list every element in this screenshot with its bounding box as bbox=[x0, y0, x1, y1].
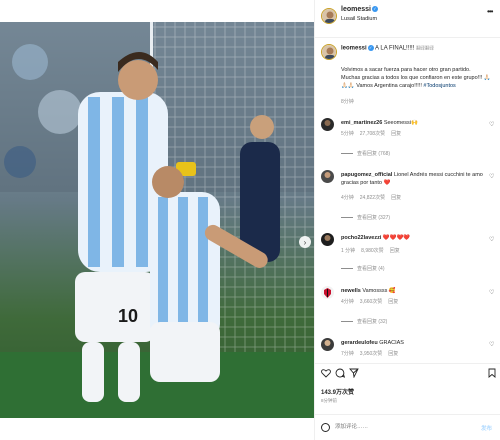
commenter-avatar[interactable] bbox=[321, 286, 334, 299]
post-timestamp: 8分钟前 bbox=[321, 398, 338, 403]
comment-username[interactable]: papugomez_official bbox=[341, 172, 392, 178]
comment-username[interactable]: newells bbox=[341, 288, 361, 294]
reply-button[interactable]: 回复 bbox=[388, 299, 398, 305]
comment-text: emi_martinez26 Seeomessi🙌 bbox=[341, 120, 418, 126]
heart-icon[interactable]: ♡ bbox=[489, 173, 494, 180]
comment-likes[interactable]: 3,950次赞 bbox=[360, 351, 383, 357]
commenter-avatar[interactable] bbox=[321, 338, 334, 351]
comment-meta: 5分钟 27,708次赞 回复 bbox=[341, 130, 407, 137]
bookmark-icon[interactable] bbox=[487, 368, 497, 378]
comment-likes[interactable]: 3,660次赞 bbox=[360, 299, 383, 305]
verified-badge-icon: ✓ bbox=[367, 45, 374, 51]
comment-input[interactable] bbox=[335, 421, 455, 433]
caption-username[interactable]: leomessi bbox=[341, 46, 367, 52]
comment-likes[interactable]: 8,980次赞 bbox=[361, 248, 384, 254]
heart-icon[interactable]: ♡ bbox=[489, 341, 494, 348]
comment-text: pocho22lavezzi ❤️❤️❤️❤️ bbox=[341, 235, 411, 241]
more-horizontal-icon[interactable]: ••• bbox=[487, 7, 493, 16]
view-replies-button[interactable]: 查看回复 (768) bbox=[341, 150, 390, 157]
commenter-avatar[interactable] bbox=[321, 118, 334, 131]
comment-time: 1 分钟 bbox=[341, 248, 356, 254]
caption-text: Volvimos a sacar fuerza para hacer otro … bbox=[341, 67, 491, 89]
comment-meta: 4分钟 24,822次赞 回复 bbox=[341, 194, 407, 201]
svg-text:10: 10 bbox=[118, 306, 138, 326]
author-avatar[interactable] bbox=[321, 8, 337, 24]
commenter-avatar[interactable] bbox=[321, 170, 334, 183]
post-details-panel: leomessi ✓ Lusail Stadium ••• leomessi ✓ A… bbox=[314, 0, 500, 440]
carousel-next-button[interactable]: › bbox=[299, 236, 311, 248]
verified-badge-icon: ✓ bbox=[371, 6, 378, 13]
heart-icon[interactable]: ♡ bbox=[489, 121, 494, 128]
post-location[interactable]: Lusail Stadium bbox=[341, 16, 377, 22]
caption-headline: A LA FINAL!!!!! bbox=[375, 45, 415, 52]
share-send-icon[interactable] bbox=[349, 368, 359, 378]
post-comment-button[interactable]: 发布 bbox=[481, 424, 492, 432]
post-header: leomessi ✓ Lusail Stadium ••• bbox=[315, 0, 500, 38]
heart-icon[interactable]: ♡ bbox=[489, 236, 494, 243]
comment-time: 4分钟 bbox=[341, 299, 354, 305]
caption-avatar[interactable] bbox=[321, 44, 337, 60]
comment-likes[interactable]: 27,708次赞 bbox=[360, 131, 385, 137]
view-replies-button[interactable]: 查看回复 (327) bbox=[341, 214, 390, 221]
caption-body: Volvimos a sacar fuerza para hacer otro … bbox=[341, 66, 491, 90]
comment-username[interactable]: emi_martinez26 bbox=[341, 120, 382, 126]
comment-username[interactable]: pocho22lavezzi bbox=[341, 235, 381, 241]
reply-button[interactable]: 回复 bbox=[388, 351, 398, 357]
comment-meta: 1 分钟 8,980次赞 回复 bbox=[341, 247, 406, 254]
comment-composer: 发布 bbox=[315, 414, 500, 440]
like-count[interactable]: 143.9万次赞 bbox=[321, 387, 354, 396]
reply-button[interactable]: 回复 bbox=[391, 131, 401, 137]
author-username[interactable]: leomessi ✓ bbox=[341, 6, 378, 13]
comment-text: papugomez_official Lionel Andrés messi c… bbox=[341, 172, 483, 186]
comment-likes[interactable]: 24,822次赞 bbox=[360, 195, 385, 201]
like-heart-icon[interactable] bbox=[321, 368, 331, 378]
post-actions bbox=[315, 363, 500, 378]
post-photo[interactable]: 10 › bbox=[0, 22, 314, 418]
reply-button[interactable]: 回复 bbox=[391, 195, 401, 201]
comment-username[interactable]: gerardeulofeu bbox=[341, 340, 378, 346]
comment-time: 7分钟 bbox=[341, 351, 354, 357]
comment-time: 5分钟 bbox=[341, 131, 354, 137]
celebration-photo: 10 bbox=[0, 22, 314, 418]
comment-meta: 4分钟 3,660次赞 回复 bbox=[341, 298, 404, 305]
comment-text: gerardeulofeu GRACIAS bbox=[341, 340, 404, 346]
translate-link[interactable]: 翻译翻译 bbox=[416, 46, 434, 51]
reply-button[interactable]: 回复 bbox=[390, 248, 400, 254]
comment-bubble-icon[interactable] bbox=[335, 368, 345, 378]
comment-text: newells Vamossss 🥰 bbox=[341, 288, 396, 294]
comment-meta: 7分钟 3,950次赞 回复 bbox=[341, 350, 404, 357]
comment-time: 4分钟 bbox=[341, 195, 354, 201]
heart-icon[interactable]: ♡ bbox=[489, 289, 494, 296]
emoji-icon[interactable] bbox=[321, 423, 330, 432]
chevron-right-icon: › bbox=[303, 237, 307, 247]
caption-header: leomessi ✓ A LA FINAL!!!!! 翻译翻译 bbox=[341, 45, 434, 52]
caption-time: 8分钟 bbox=[341, 99, 354, 105]
view-replies-button[interactable]: 查看回复 (32) bbox=[341, 318, 387, 325]
view-replies-button[interactable]: 查看回复 (4) bbox=[341, 265, 385, 272]
commenter-avatar[interactable] bbox=[321, 233, 334, 246]
caption-hashtag[interactable]: #Todosjuntos bbox=[423, 83, 455, 89]
